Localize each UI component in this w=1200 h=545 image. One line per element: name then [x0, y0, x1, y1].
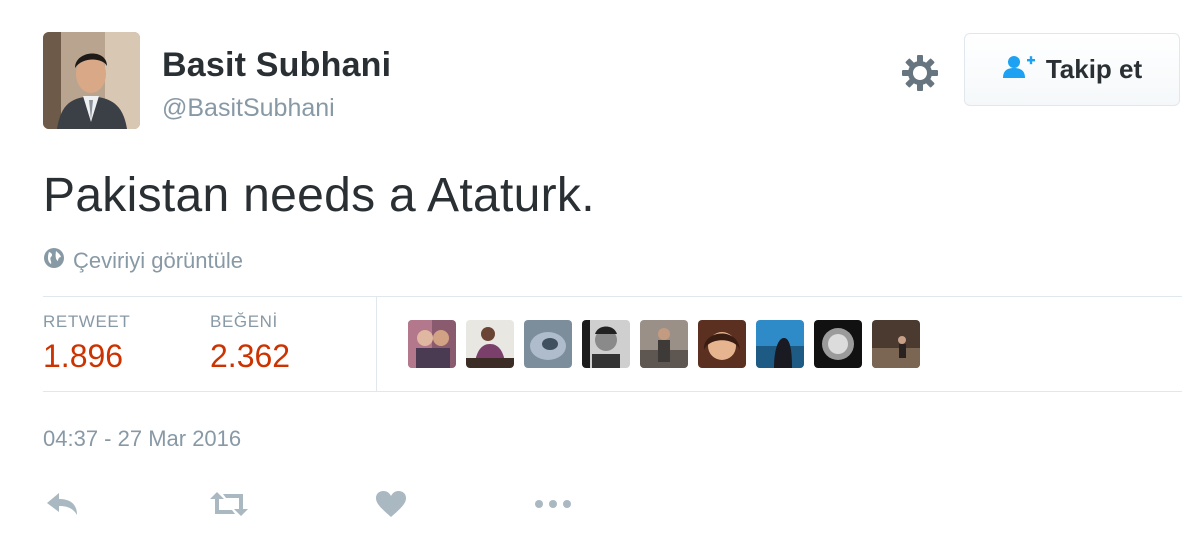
stats-top-divider	[43, 296, 1182, 297]
more-icon[interactable]	[533, 484, 573, 524]
stats-bottom-divider	[43, 391, 1182, 392]
liker-avatar-1[interactable]	[408, 320, 456, 368]
liker-avatar-3[interactable]	[524, 320, 572, 368]
author-handle[interactable]: @BasitSubhani	[162, 96, 335, 121]
liker-avatar-6[interactable]	[698, 320, 746, 368]
translate-label: Çeviriyi görüntüle	[73, 248, 243, 273]
author-name[interactable]: Basit Subhani	[162, 48, 391, 82]
retweet-stat-label: RETWEET	[43, 312, 131, 331]
stats-vertical-divider	[376, 297, 377, 391]
author-avatar[interactable]	[43, 32, 140, 129]
translate-link[interactable]: Çeviriyi görüntüle	[43, 247, 243, 275]
globe-icon	[43, 247, 65, 275]
likers-avatars	[408, 320, 920, 368]
liker-avatar-8[interactable]	[814, 320, 862, 368]
like-stat-label: BEĞENİ	[210, 312, 278, 331]
like-stat-value: 2.362	[210, 338, 291, 374]
liker-avatar-2[interactable]	[466, 320, 514, 368]
tweet-timestamp[interactable]: 04:37 - 27 Mar 2016	[43, 426, 241, 452]
retweet-icon[interactable]	[208, 484, 250, 524]
tweet-text: Pakistan needs a Ataturk.	[43, 169, 595, 222]
retweet-stat-value: 1.896	[43, 338, 124, 374]
reply-icon[interactable]	[45, 484, 79, 524]
follow-button[interactable]: Takip et	[964, 33, 1180, 106]
follow-button-label: Takip et	[1045, 54, 1143, 84]
heart-icon[interactable]	[375, 484, 407, 524]
liker-avatar-4[interactable]	[582, 320, 630, 368]
liker-avatar-9[interactable]	[872, 320, 920, 368]
like-stat[interactable]: BEĞENİ 2.362	[210, 312, 290, 375]
liker-avatar-5[interactable]	[640, 320, 688, 368]
add-user-icon	[1002, 54, 1036, 85]
tweet-actions	[43, 484, 603, 524]
gear-icon[interactable]	[900, 53, 940, 93]
retweet-stat[interactable]: RETWEET 1.896	[43, 312, 130, 375]
liker-avatar-7[interactable]	[756, 320, 804, 368]
